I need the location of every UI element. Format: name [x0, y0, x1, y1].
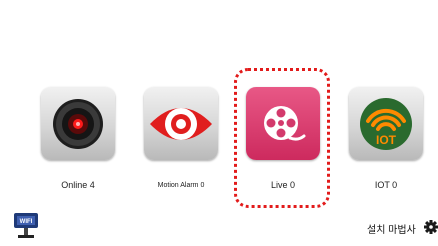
svg-text:IOT: IOT	[376, 133, 397, 147]
online-tile[interactable]	[41, 87, 115, 160]
iot-tile[interactable]: IOT	[349, 87, 423, 160]
installation-wizard-label[interactable]: 설치 마법사	[367, 221, 416, 236]
wifi-device-icon-text: WIFI	[20, 219, 33, 225]
wifi-device-icon[interactable]: WIFI	[12, 212, 40, 240]
motion-alarm-label: Motion Alarm 0	[157, 182, 205, 189]
iot-wifi-icon: IOT	[360, 98, 412, 150]
motion-alarm-eye-icon	[150, 108, 212, 140]
iot-label: IOT 0	[374, 180, 398, 190]
motion-alarm-tile[interactable]	[144, 87, 218, 160]
gear-icon[interactable]	[424, 220, 438, 234]
live-highlight-box	[234, 68, 330, 208]
online-camera-icon	[53, 99, 103, 149]
online-label: Online 4	[61, 180, 95, 190]
